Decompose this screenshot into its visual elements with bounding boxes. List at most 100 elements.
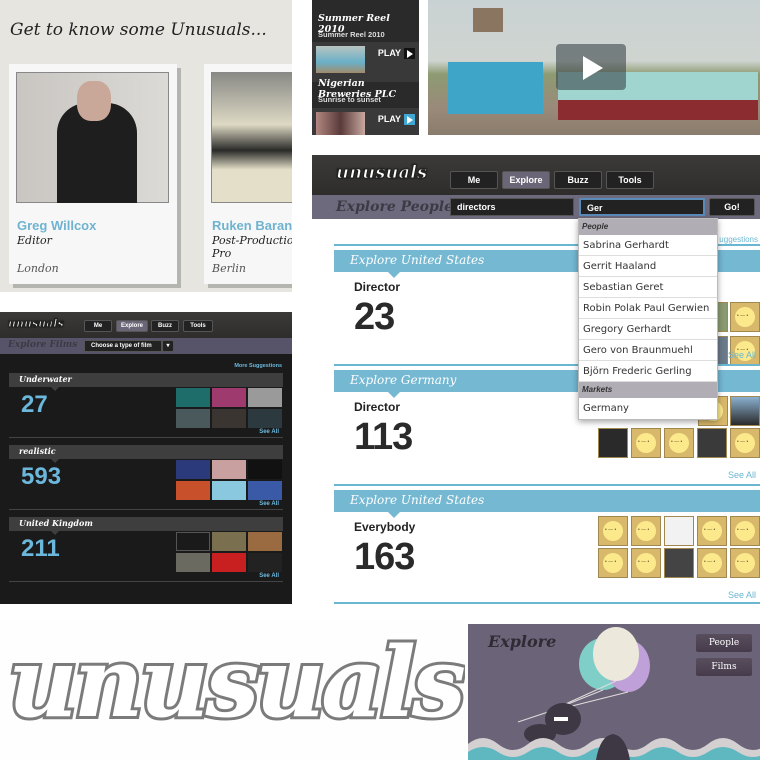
section-band[interactable]: realistic — [9, 445, 283, 459]
top-navigation: unusuals Me Explore Buzz Tools — [0, 312, 292, 338]
nav-buzz[interactable]: Buzz — [151, 320, 179, 332]
more-suggestions-link[interactable]: More Suggestions — [234, 363, 282, 369]
avatar-tile[interactable] — [730, 428, 760, 458]
balloon-illustration — [468, 627, 760, 760]
avatar-tile[interactable] — [697, 516, 727, 546]
brand-logo-panel: unusuals — [0, 620, 465, 760]
film-thumbnail[interactable] — [176, 388, 210, 407]
section-title: Explore United States — [350, 253, 485, 267]
video-frame[interactable] — [428, 0, 760, 135]
film-thumbnail[interactable] — [212, 532, 246, 551]
dropdown-option[interactable]: Gregory Gerhardt — [579, 319, 717, 340]
section-band[interactable]: Underwater — [9, 373, 283, 387]
dropdown-option[interactable]: Sebastian Geret — [579, 277, 717, 298]
dropdown-option[interactable]: Gero von Braunmuehl — [579, 340, 717, 361]
see-all-link[interactable]: See All — [259, 573, 279, 579]
film-thumbnail[interactable] — [176, 532, 210, 551]
unusuals-logo[interactable]: unusuals — [335, 162, 427, 184]
avatar-tile[interactable] — [631, 428, 661, 458]
waves-icon — [468, 734, 760, 760]
playlist-item[interactable]: PLAY — [312, 108, 419, 135]
more-suggestions-link[interactable]: uggestions — [719, 235, 758, 244]
section-rule — [9, 581, 283, 582]
film-thumbnail[interactable] — [212, 409, 246, 428]
film-thumbnail[interactable] — [176, 553, 210, 572]
section-band[interactable]: Explore United States — [334, 490, 760, 512]
nav-buzz[interactable]: Buzz — [554, 171, 602, 189]
film-type-select[interactable]: Choose a type of film — [84, 340, 162, 352]
avatar-tile[interactable] — [598, 548, 628, 578]
avatar-tile[interactable] — [598, 428, 628, 458]
person-name[interactable]: Greg Willcox — [17, 218, 96, 233]
explore-films-panel: unusuals Me Explore Buzz Tools Explore F… — [0, 312, 292, 604]
section-title: Underwater — [19, 374, 72, 384]
playlist-item[interactable]: PLAY — [312, 42, 419, 82]
film-thumbnail[interactable] — [212, 553, 246, 572]
go-button[interactable]: Go! — [709, 198, 755, 216]
person-card[interactable]: Greg Willcox Editor London — [9, 64, 177, 284]
avatar-tile[interactable] — [730, 396, 760, 426]
person-role: Editor — [17, 234, 52, 247]
autocomplete-dropdown: People Sabrina Gerhardt Gerrit Haaland S… — [578, 218, 718, 420]
avatar-tile[interactable] — [664, 516, 694, 546]
avatar-tile[interactable] — [730, 302, 760, 332]
dropdown-option[interactable]: Björn Frederic Gerling — [579, 361, 717, 382]
nav-explore[interactable]: Explore — [116, 320, 148, 332]
see-all-link[interactable]: See All — [728, 590, 756, 600]
film-thumbnail[interactable] — [212, 460, 246, 479]
play-button[interactable]: PLAY — [378, 48, 415, 60]
film-thumbnail[interactable] — [176, 460, 210, 479]
film-thumbnail[interactable] — [248, 481, 282, 500]
chevron-down-icon[interactable]: ▾ — [162, 340, 174, 352]
wall — [558, 100, 758, 120]
avatar-tile[interactable] — [697, 548, 727, 578]
dropdown-option[interactable]: Germany — [579, 398, 717, 419]
avatar-tile[interactable] — [664, 548, 694, 578]
avatar-tile[interactable] — [730, 548, 760, 578]
big-play-button[interactable] — [556, 44, 626, 90]
person-card[interactable]: Ruken Baran Post-Production ordinator & … — [204, 64, 292, 284]
film-thumbnail[interactable] — [212, 388, 246, 407]
film-thumbnail[interactable] — [248, 388, 282, 407]
nav-me[interactable]: Me — [450, 171, 498, 189]
film-thumbnail[interactable] — [248, 409, 282, 428]
section-count: 211 — [21, 535, 60, 562]
dropdown-option[interactable]: Gerrit Haaland — [579, 256, 717, 277]
section-rule — [334, 602, 760, 604]
unusuals-big-logo: unusuals — [5, 623, 465, 742]
avatar-tile[interactable] — [730, 516, 760, 546]
avatar-tile[interactable] — [631, 516, 661, 546]
nav-tools[interactable]: Tools — [183, 320, 213, 332]
play-icon — [404, 48, 415, 60]
people-showcase-panel: Get to know some Unusuals... Greg Willco… — [0, 0, 292, 292]
see-all-link[interactable]: See All — [728, 470, 756, 480]
film-thumbnail[interactable] — [248, 532, 282, 551]
film-thumbnail[interactable] — [212, 481, 246, 500]
avatar-tile[interactable] — [664, 428, 694, 458]
nav-me[interactable]: Me — [84, 320, 112, 332]
dropdown-option[interactable]: Sabrina Gerhardt — [579, 235, 717, 256]
section-count: 23 — [354, 296, 395, 338]
see-all-link[interactable]: See All — [728, 350, 756, 360]
film-thumbnail[interactable] — [176, 481, 210, 500]
film-thumbnail[interactable] — [248, 460, 282, 479]
dropdown-group-people: People — [579, 219, 717, 235]
dropdown-option[interactable]: Robin Polak Paul Gerwien — [579, 298, 717, 319]
see-all-link[interactable]: See All — [259, 429, 279, 435]
nav-explore[interactable]: Explore — [502, 171, 550, 189]
section-band[interactable]: United Kingdom — [9, 517, 283, 531]
explore-splash-panel: Explore People Films — [468, 624, 760, 760]
see-all-link[interactable]: See All — [259, 501, 279, 507]
category-field[interactable]: directors — [450, 198, 574, 216]
avatar-tile[interactable] — [697, 428, 727, 458]
play-button[interactable]: PLAY — [378, 114, 415, 126]
explore-subbar: Explore People directors Ger Go! — [312, 195, 760, 219]
nav-tools[interactable]: Tools — [606, 171, 654, 189]
unusuals-logo[interactable]: unusuals — [8, 317, 65, 331]
person-name[interactable]: Ruken Baran — [212, 218, 292, 233]
film-thumbnail[interactable] — [248, 553, 282, 572]
search-input[interactable]: Ger — [579, 198, 705, 216]
avatar-tile[interactable] — [598, 516, 628, 546]
avatar-tile[interactable] — [631, 548, 661, 578]
film-thumbnail[interactable] — [176, 409, 210, 428]
